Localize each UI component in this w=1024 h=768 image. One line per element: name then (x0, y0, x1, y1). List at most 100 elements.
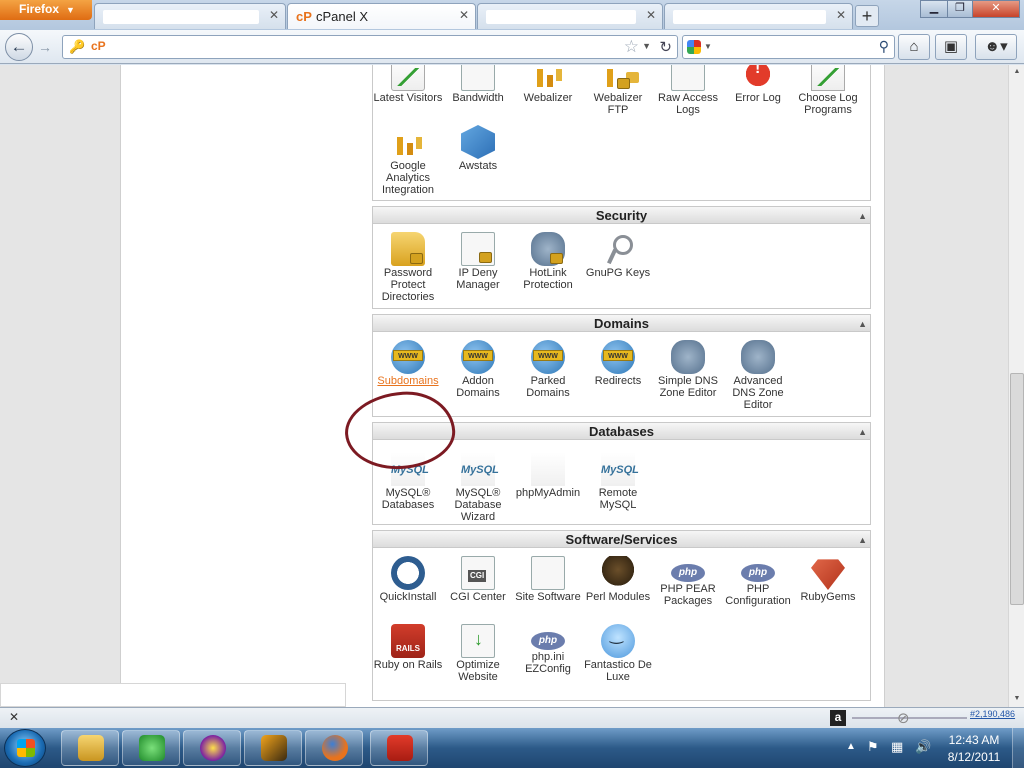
clock-date[interactable]: 8/12/2011 (940, 750, 1008, 764)
alexa-icon[interactable]: a (830, 710, 846, 726)
php-ini-item[interactable]: php php.ini EZConfig (513, 624, 583, 675)
no-entry-icon[interactable]: ⊘ (897, 709, 910, 727)
bandwidth-item[interactable]: Bandwidth (443, 65, 513, 104)
close-tab-icon[interactable]: ✕ (459, 8, 469, 22)
network-icon[interactable]: ▦ (891, 739, 903, 755)
taskbar-file-explorer[interactable] (61, 730, 119, 766)
show-desktop-button[interactable] (1012, 728, 1024, 768)
taskbar-green-app[interactable] (122, 730, 180, 766)
search-bar[interactable]: ▼ ⚲ (682, 35, 895, 59)
collapse-arrow-icon[interactable]: ▲ (858, 532, 867, 549)
password-protect-item[interactable]: Password Protect Directories (373, 232, 443, 303)
clock-time[interactable]: 12:43 AM (940, 733, 1008, 747)
site-software-item[interactable]: Site Software (513, 556, 583, 603)
choose-log-programs-item[interactable]: Choose Log Programs (793, 65, 863, 116)
close-tab-icon[interactable]: ✕ (269, 8, 279, 22)
collapse-arrow-icon[interactable]: ▲ (858, 316, 867, 333)
vertical-scrollbar[interactable]: ▲ ▼ (1008, 65, 1024, 707)
tab-cpanel[interactable]: cP cPanel X ✕ (287, 3, 476, 29)
webalizer-label: Webalizer (523, 92, 573, 104)
ruby-on-rails-item[interactable]: RAILS Ruby on Rails (373, 624, 443, 671)
parked-domains-item[interactable]: WWW Parked Domains (513, 340, 583, 399)
close-tab-icon[interactable]: ✕ (836, 8, 846, 22)
start-button[interactable] (4, 729, 46, 767)
php-pear-item[interactable]: php PHP PEAR Packages (653, 556, 723, 607)
reload-icon[interactable]: ↻ (659, 38, 672, 56)
bookmarks-menu-icon[interactable]: ▣ (935, 34, 967, 60)
scroll-down-arrow-icon[interactable]: ▼ (1010, 692, 1024, 707)
addon-domains-item[interactable]: WWW Addon Domains (443, 340, 513, 399)
simple-dns-item[interactable]: Simple DNS Zone Editor (653, 340, 723, 399)
google-icon[interactable] (687, 40, 701, 54)
software-services-header[interactable]: Software/Services ▲ (373, 531, 870, 548)
raw-access-logs-icon (671, 65, 705, 91)
phpmyadmin-label: phpMyAdmin (515, 487, 581, 499)
taskbar-adobe-reader[interactable] (370, 730, 428, 766)
error-log-item[interactable]: Error Log (723, 65, 793, 104)
close-tab-icon[interactable]: ✕ (646, 8, 656, 22)
gnupg-keys-item[interactable]: GnuPG Keys (583, 232, 653, 279)
cgi-center-item[interactable]: CGI CGI Center (443, 556, 513, 603)
fantastico-item[interactable]: Fantastico De Luxe (583, 624, 653, 683)
subdomains-link[interactable]: Subdomains (377, 375, 438, 387)
www-text: WWW (533, 350, 563, 361)
url-bar[interactable]: 🔑 cP ☆ ▼ ↻ (62, 35, 678, 59)
awstats-icon (461, 125, 495, 159)
close-addon-bar-icon[interactable]: ✕ (9, 710, 19, 724)
remote-mysql-icon: MySQL (601, 452, 639, 486)
advanced-dns-item[interactable]: Advanced DNS Zone Editor (723, 340, 793, 411)
ip-deny-item[interactable]: IP Deny Manager (443, 232, 513, 291)
security-header[interactable]: Security ▲ (373, 207, 870, 224)
collapse-arrow-icon[interactable]: ▲ (858, 424, 867, 441)
back-arrow-icon[interactable]: ← (5, 33, 33, 61)
ip-deny-icon (461, 232, 495, 266)
magnifier-icon[interactable]: ⚲ (879, 38, 889, 55)
scroll-up-arrow-icon[interactable]: ▲ (1010, 65, 1024, 80)
mysql-wizard-item[interactable]: MySQL MySQL® Database Wizard (443, 452, 513, 523)
show-hidden-icons-arrow[interactable]: ▲ (846, 741, 856, 752)
collapse-arrow-icon[interactable]: ▲ (858, 208, 867, 225)
redirects-item[interactable]: WWW Redirects (583, 340, 653, 387)
subdomains-item[interactable]: WWW Subdomains (373, 340, 443, 387)
tab-1[interactable]: ✕ (94, 3, 286, 29)
window-close-button[interactable]: ✕ (972, 0, 1020, 18)
webalizer-item[interactable]: Webalizer (513, 65, 583, 104)
bookmark-star-icon[interactable]: ☆ (624, 37, 639, 57)
awstats-item[interactable]: Awstats (443, 125, 513, 172)
hotlink-protection-item[interactable]: HotLink Protection (513, 232, 583, 291)
phpmyadmin-item[interactable]: phpMyAdmin (513, 452, 583, 499)
taskbar-yahoo-messenger[interactable] (183, 730, 241, 766)
choose-log-programs-label: Choose Log Programs (798, 92, 858, 116)
remote-mysql-item[interactable]: MySQL Remote MySQL (583, 452, 653, 511)
home-icon[interactable]: ⌂ (898, 34, 930, 60)
rubygems-item[interactable]: RubyGems (793, 556, 863, 603)
window-maximize-button[interactable]: ❐ (947, 0, 973, 18)
addon-face-icon[interactable]: ☻▾ (975, 34, 1017, 60)
domains-header[interactable]: Domains ▲ (373, 315, 870, 332)
perl-modules-item[interactable]: Perl Modules (583, 556, 653, 603)
forward-arrow-icon[interactable]: → (34, 38, 56, 58)
tab-3[interactable]: ✕ (477, 3, 663, 29)
volume-icon[interactable]: 🔊 (915, 739, 931, 755)
raw-access-logs-item[interactable]: Raw Access Logs (653, 65, 723, 116)
scrollbar-thumb[interactable] (1010, 373, 1024, 605)
search-engine-dropdown-icon[interactable]: ▼ (704, 42, 712, 51)
window-minimize-button[interactable]: ▁ (920, 0, 948, 18)
action-center-flag-icon[interactable]: ⚑ (867, 739, 879, 755)
taskbar-firefox[interactable] (305, 730, 363, 766)
tab-4[interactable]: ✕ (664, 3, 853, 29)
quickinstall-item[interactable]: QuickInstall (373, 556, 443, 603)
url-history-dropdown-icon[interactable]: ▼ (642, 41, 651, 51)
site-identity-key-icon[interactable]: 🔑 (69, 39, 85, 55)
google-analytics-item[interactable]: Google Analytics Integration (373, 125, 443, 196)
security-title: Security (595, 208, 648, 223)
php-configuration-item[interactable]: php PHP Configuration (723, 556, 793, 607)
firefox-menu-button[interactable]: Firefox ▼ (0, 0, 92, 20)
taskbar-winamp[interactable] (244, 730, 302, 766)
webalizer-ftp-item[interactable]: Webalizer FTP (583, 65, 653, 116)
new-tab-button[interactable]: + (855, 5, 879, 27)
alexa-rank[interactable]: #2,190,486 (970, 709, 1015, 719)
latest-visitors-item[interactable]: Latest Visitors (373, 65, 443, 104)
www-add-icon: WWW (461, 340, 495, 374)
optimize-website-item[interactable]: Optimize Website (443, 624, 513, 683)
